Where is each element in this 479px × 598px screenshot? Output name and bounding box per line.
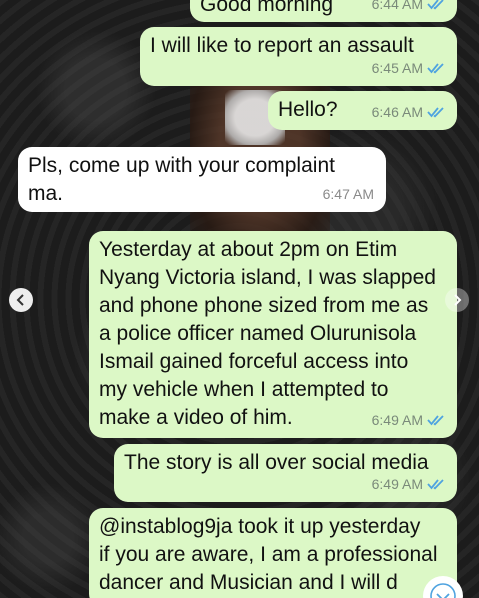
message-line: my vehicle when I attempted to (99, 378, 389, 401)
chevron-down-icon (430, 583, 456, 598)
previous-button[interactable] (9, 288, 33, 312)
message-bubble-outgoing[interactable]: @instablog9ja took it up yesterday if yo… (89, 508, 457, 598)
message-bubble-incoming[interactable]: Pls, come up with your complaint ma. 6:4… (18, 147, 386, 212)
chevron-right-icon (454, 294, 462, 306)
message-line: @instablog9ja took it up yesterday (99, 515, 421, 538)
message-meta: 6:46 AM (372, 98, 445, 126)
message-line: Ismail gained forceful access into (99, 350, 409, 373)
message-meta: 6:44 AM (372, 0, 445, 18)
message-time: 6:44 AM (371, 0, 423, 12)
double-check-icon (427, 63, 444, 74)
chevron-left-icon (16, 294, 24, 306)
double-check-icon (427, 479, 444, 490)
double-check-icon (427, 415, 444, 426)
message-line: Pls, come up with your complaint (28, 154, 335, 177)
message-bubble-outgoing[interactable]: The story is all over social media 6:49 … (114, 444, 457, 502)
message-bubble-outgoing[interactable]: Good morning 6:44 AM (190, 0, 457, 22)
message-bubble-outgoing[interactable]: I will like to report an assault 6:45 AM (140, 27, 457, 86)
message-line: a police officer named Olurunisola (99, 322, 417, 345)
message-meta: 6:49 AM (372, 470, 445, 498)
message-time: 6:47 AM (322, 186, 374, 202)
message-text: Good morning (200, 0, 334, 16)
message-line: Nyang Victoria island, I was slapped (99, 266, 436, 289)
message-time: 6:49 AM (371, 412, 423, 428)
message-time: 6:49 AM (371, 476, 423, 492)
message-line: Yesterday at about 2pm on Etim (99, 238, 398, 261)
message-meta: 6:49 AM (372, 406, 445, 434)
message-bubble-outgoing[interactable]: Hello? 6:46 AM (268, 91, 457, 130)
message-line: if you are aware, I am a professional (99, 543, 438, 566)
double-check-icon (427, 0, 444, 10)
message-time: 6:46 AM (371, 104, 423, 120)
double-check-icon (427, 107, 444, 118)
message-meta: 6:47 AM (323, 180, 374, 208)
message-bubble-outgoing[interactable]: Yesterday at about 2pm on Etim Nyang Vic… (89, 231, 457, 438)
message-time: 6:45 AM (371, 60, 423, 76)
message-meta: 6:45 AM (372, 54, 445, 82)
message-line: dancer and Musician and I will d (99, 571, 398, 594)
message-line: and phone phone sized from me as (99, 294, 429, 317)
next-button[interactable] (445, 288, 469, 312)
message-text: Hello? (278, 98, 338, 121)
